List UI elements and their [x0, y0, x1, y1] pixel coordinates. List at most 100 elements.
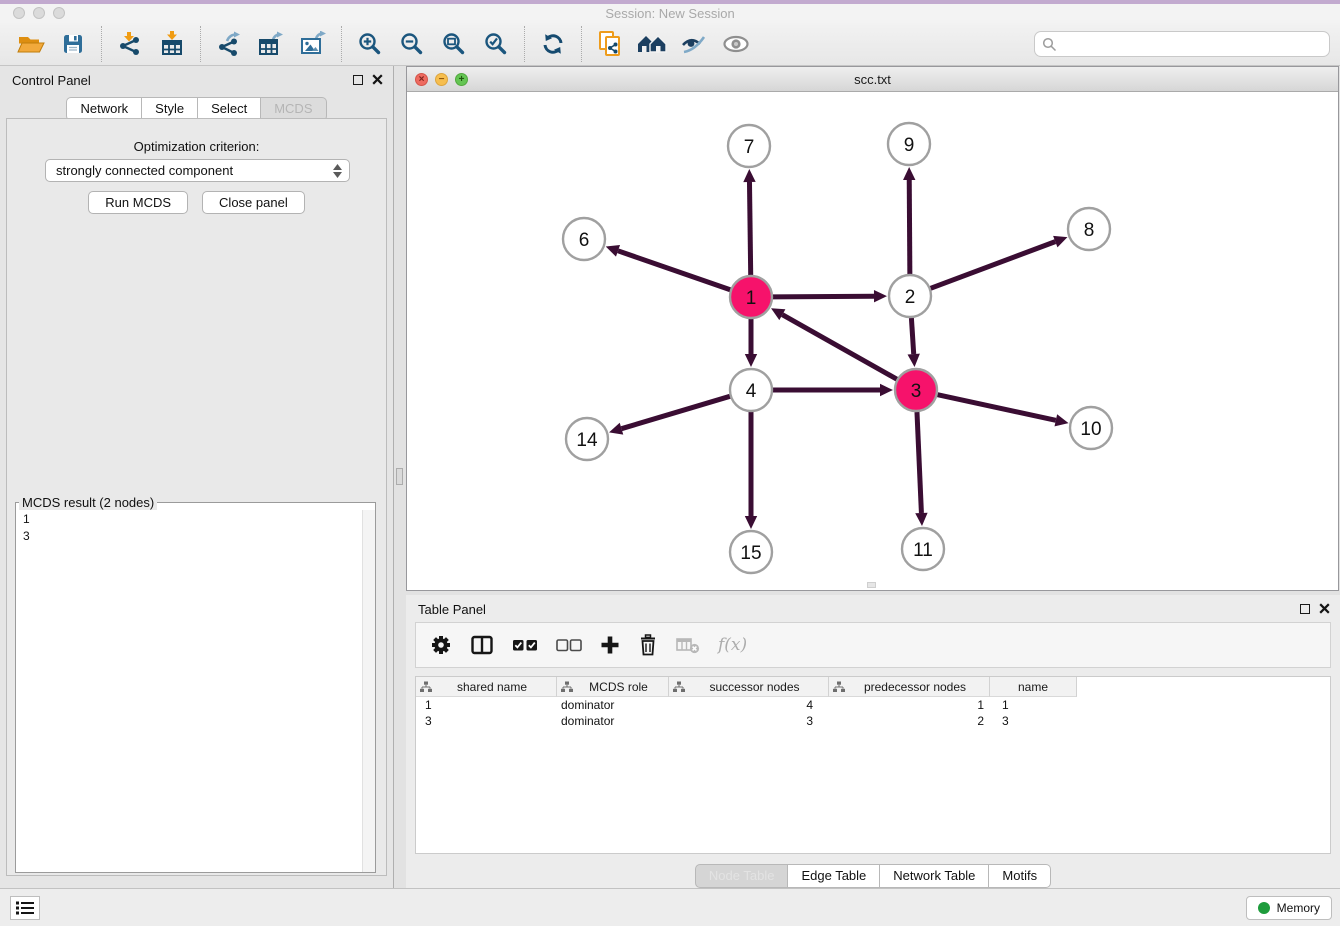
show-columns-button[interactable]	[470, 634, 494, 656]
cell-name[interactable]: 1	[990, 697, 1077, 713]
column-header-shared-name[interactable]: shared name	[416, 677, 557, 697]
graph-edge-1-6[interactable]	[618, 251, 730, 290]
mcds-result-list[interactable]: 1 3	[16, 510, 362, 872]
graph-edge-2-3[interactable]	[911, 318, 913, 354]
show-graphics-details-button[interactable]	[718, 26, 754, 62]
network-window-titlebar[interactable]: × − + scc.txt	[407, 67, 1338, 92]
cell-predecessor-nodes[interactable]: 2	[829, 713, 990, 729]
app-window-controls[interactable]	[13, 7, 65, 19]
network-window-title: scc.txt	[407, 67, 1338, 92]
tab-edge-table[interactable]: Edge Table	[788, 864, 880, 888]
trash-icon	[638, 634, 658, 656]
cell-successor-nodes[interactable]: 4	[669, 697, 829, 713]
panel-splitter-handle[interactable]	[396, 468, 403, 485]
add-column-button[interactable]	[600, 635, 620, 655]
graph-edge-3-11[interactable]	[917, 412, 921, 513]
graph-edge-4-14[interactable]	[621, 396, 729, 428]
zoom-out-button[interactable]	[394, 26, 430, 62]
tab-network-table[interactable]: Network Table	[880, 864, 989, 888]
memory-button[interactable]: Memory	[1246, 896, 1332, 920]
mcds-result-box: MCDS result (2 nodes) 1 3	[15, 495, 376, 873]
deselect-all-button[interactable]	[556, 638, 582, 652]
cell-successor-nodes[interactable]: 3	[669, 713, 829, 729]
cell-mcds-role[interactable]: dominator	[557, 697, 669, 713]
graph-edge-arrowhead	[609, 423, 623, 435]
zoom-fit-button[interactable]	[436, 26, 472, 62]
table-row[interactable]: 3 dominator 3 2 3	[416, 713, 1330, 729]
delete-table-button[interactable]	[676, 635, 700, 655]
refresh-view-button[interactable]	[535, 26, 571, 62]
column-header-name[interactable]: name	[990, 677, 1077, 697]
delete-column-button[interactable]	[638, 634, 658, 656]
zoom-selected-button[interactable]	[478, 26, 514, 62]
network-canvas[interactable]: 1234678910111415	[407, 92, 1338, 590]
search-input[interactable]	[1062, 36, 1322, 53]
import-network-button[interactable]	[112, 26, 148, 62]
column-header-successor-nodes[interactable]: successor nodes	[669, 677, 829, 697]
table-toolbar: f(x)	[415, 622, 1331, 668]
cell-mcds-role[interactable]: dominator	[557, 713, 669, 729]
float-panel-icon[interactable]	[353, 75, 363, 85]
graph-edge-2-9[interactable]	[909, 180, 910, 274]
run-mcds-button[interactable]: Run MCDS	[88, 191, 188, 214]
network-window-resize-grip[interactable]	[867, 582, 876, 588]
graph-edge-arrowhead	[903, 167, 915, 180]
select-all-button[interactable]	[512, 638, 538, 652]
open-session-button[interactable]	[13, 26, 49, 62]
graph-node-label: 1	[746, 288, 757, 309]
graph-node-label: 2	[905, 287, 916, 308]
graph-edge-3-10[interactable]	[937, 395, 1055, 421]
close-panel-icon[interactable]	[372, 74, 383, 85]
hide-graphics-details-button[interactable]	[676, 26, 712, 62]
export-network-button[interactable]	[211, 26, 247, 62]
export-image-button[interactable]	[295, 26, 331, 62]
table-panel-tabs: Node Table Edge Table Network Table Moti…	[695, 864, 1051, 888]
clone-network-button[interactable]	[592, 26, 628, 62]
zoom-out-icon	[399, 31, 425, 57]
table-row[interactable]: 1 dominator 4 1 1	[416, 697, 1330, 713]
checked-boxes-icon	[512, 638, 538, 652]
zoom-in-button[interactable]	[352, 26, 388, 62]
network-overview-button[interactable]	[634, 26, 670, 62]
close-window-button[interactable]	[13, 7, 25, 19]
column-header-predecessor-nodes[interactable]: predecessor nodes	[829, 677, 990, 697]
close-network-window-button[interactable]: ×	[415, 73, 428, 86]
cell-name[interactable]: 3	[990, 713, 1077, 729]
minimize-network-window-button[interactable]: −	[435, 73, 448, 86]
column-header-mcds-role[interactable]: MCDS role	[557, 677, 669, 697]
mcds-result-item[interactable]: 3	[23, 528, 355, 545]
result-scrollbar[interactable]	[362, 510, 375, 872]
search-field[interactable]	[1034, 31, 1330, 57]
close-panel-button[interactable]: Close panel	[202, 191, 305, 214]
save-session-button[interactable]	[55, 26, 91, 62]
graph-edge-1-2[interactable]	[773, 296, 874, 297]
graph-node-label: 14	[576, 430, 598, 451]
maximize-network-window-button[interactable]: +	[455, 73, 468, 86]
cell-shared-name[interactable]: 3	[416, 713, 557, 729]
cell-shared-name[interactable]: 1	[416, 697, 557, 713]
criterion-dropdown-value: strongly connected component	[56, 163, 233, 178]
criterion-dropdown[interactable]: strongly connected component	[45, 159, 350, 182]
minimize-window-button[interactable]	[33, 7, 45, 19]
graph-edge-1-7[interactable]	[749, 182, 750, 275]
task-history-button[interactable]	[10, 896, 40, 920]
graph-edge-arrowhead	[874, 290, 887, 302]
graph-edge-3-1[interactable]	[782, 315, 896, 380]
export-image-icon	[300, 31, 327, 57]
float-table-panel-icon[interactable]	[1300, 604, 1310, 614]
function-builder-button[interactable]: f(x)	[718, 635, 747, 655]
graph-edge-arrowhead	[915, 513, 927, 526]
import-table-button[interactable]	[154, 26, 190, 62]
close-table-panel-icon[interactable]	[1319, 603, 1330, 614]
table-settings-button[interactable]	[430, 634, 452, 656]
main-toolbar	[0, 23, 1340, 66]
export-table-button[interactable]	[253, 26, 289, 62]
network-graph[interactable]: 1234678910111415	[407, 92, 1338, 590]
tab-motifs[interactable]: Motifs	[989, 864, 1051, 888]
unchecked-boxes-icon	[556, 638, 582, 652]
cell-predecessor-nodes[interactable]: 1	[829, 697, 990, 713]
mcds-result-item[interactable]: 1	[23, 511, 355, 528]
graph-edge-2-8[interactable]	[931, 242, 1056, 289]
zoom-window-button[interactable]	[53, 7, 65, 19]
tab-node-table[interactable]: Node Table	[695, 864, 789, 888]
